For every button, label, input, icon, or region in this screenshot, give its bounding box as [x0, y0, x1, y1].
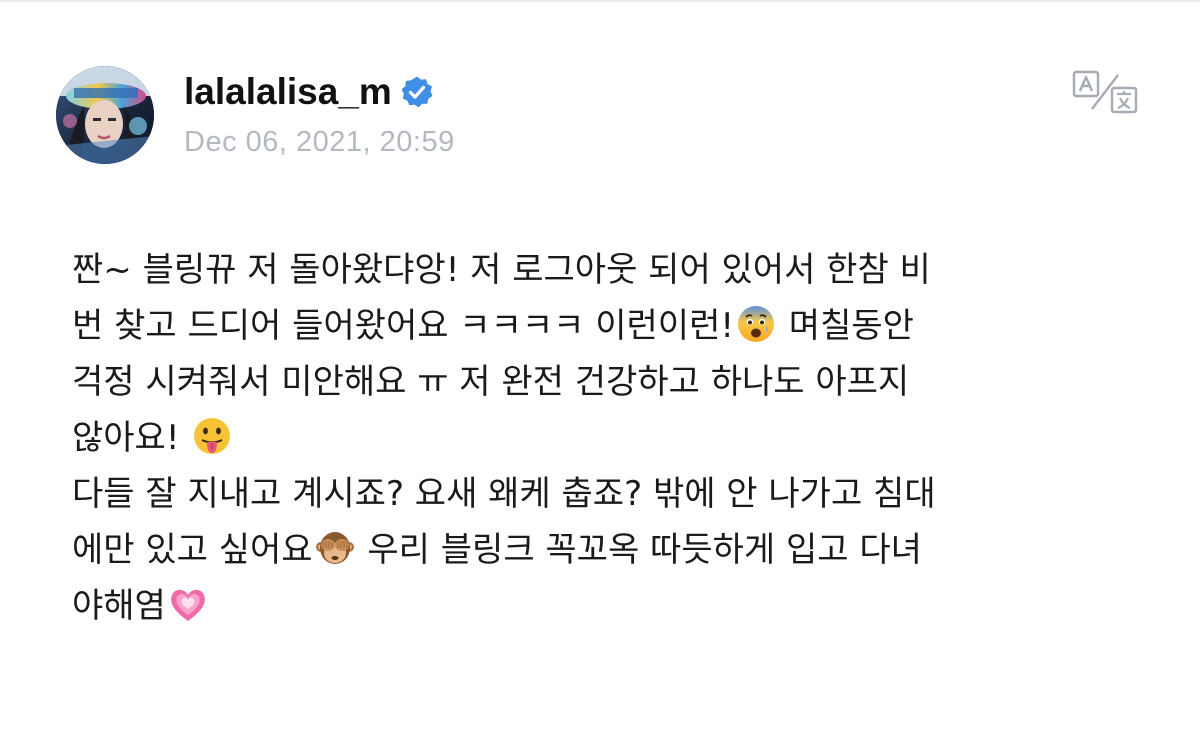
post-line-text-after: 며칠동안 [778, 306, 914, 346]
anxious-face-icon [736, 304, 776, 344]
post-line-text: 다들 잘 지내고 계시죠? 요새 왜케 춥죠? 밖에 안 나가고 침대 [72, 474, 936, 514]
post-line-text: 번 찾고 드디어 들어왔어요 ㅋㅋㅋㅋ 이런이런! [72, 306, 734, 346]
translate-icon [1072, 70, 1138, 114]
verified-badge-icon [400, 75, 434, 109]
post-line-text: 짠~ 블링뀨 저 돌아왔댜앙! 저 로그아웃 되어 있어서 한참 비 [72, 250, 931, 290]
post-line: 짠~ 블링뀨 저 돌아왔댜앙! 저 로그아웃 되어 있어서 한참 비 [72, 242, 1142, 298]
post-line-text: 에만 있고 싶어요 [72, 530, 313, 570]
avatar[interactable] [56, 66, 154, 164]
post-header: lalalalisa_m Dec 06, 2021, 20:59 [56, 66, 1146, 166]
translate-button[interactable] [1070, 68, 1140, 118]
post-line-text-after: 우리 블링크 꼭꼬옥 따듯하게 입고 다녀 [356, 530, 922, 570]
post-line: 에만 있고 싶어요 우리 블링크 꼭꼬옥 따듯하게 입고 다녀 [72, 522, 1142, 578]
post-line-text: 않아요! [72, 418, 191, 458]
post-line-text: 야해염 [72, 586, 166, 626]
post-line: 않아요! [72, 410, 1142, 466]
username-row: lalalalisa_m [184, 70, 434, 114]
post-line: 야해염 [72, 578, 1142, 634]
post-line: 걱정 시켜줘서 미안해요 ㅠ 저 완전 건강하고 하나도 아프지 [72, 354, 1142, 410]
post-line: 번 찾고 드디어 들어왔어요 ㅋㅋㅋㅋ 이런이런! 며칠동안 [72, 298, 1142, 354]
post-body: 짠~ 블링뀨 저 돌아왔댜앙! 저 로그아웃 되어 있어서 한참 비 번 찾고 … [72, 242, 1142, 634]
see-no-evil-monkey-icon [315, 528, 355, 568]
post-page: lalalalisa_m Dec 06, 2021, 20:59 짠~ 블링뀨 … [0, 0, 1200, 743]
top-divider [0, 0, 1200, 2]
post-timestamp: Dec 06, 2021, 20:59 [184, 126, 455, 158]
avatar-photo [56, 66, 154, 164]
growing-heart-icon [168, 584, 208, 624]
tongue-face-icon [192, 416, 232, 456]
post-line: 다들 잘 지내고 계시죠? 요새 왜케 춥죠? 밖에 안 나가고 침대 [72, 466, 1142, 522]
username[interactable]: lalalalisa_m [184, 71, 392, 113]
post-line-text: 걱정 시켜줘서 미안해요 ㅠ 저 완전 건강하고 하나도 아프지 [72, 362, 910, 402]
